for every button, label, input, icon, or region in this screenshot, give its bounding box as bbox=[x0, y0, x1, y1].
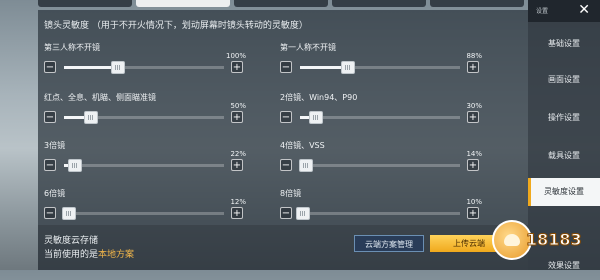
sidebar-item-sensitivity[interactable]: 灵敏度设置 bbox=[528, 178, 600, 206]
cloud-plan-manage-button[interactable]: 云端方案管理 bbox=[354, 235, 424, 252]
slider-4x-scope: 4倍镜、VSS 14% − + bbox=[280, 140, 490, 178]
slider-label: 8倍镜 bbox=[280, 189, 302, 198]
slider-value: 12% bbox=[230, 198, 246, 206]
decrease-button[interactable]: − bbox=[44, 207, 56, 219]
section-title: 镜头灵敏度 （用于不开火情况下，划动屏幕时镜头转动的灵敏度） bbox=[44, 21, 308, 31]
increase-button[interactable]: + bbox=[467, 61, 479, 73]
top-tab[interactable] bbox=[38, 0, 132, 7]
decrease-button[interactable]: − bbox=[280, 207, 292, 219]
top-tab[interactable] bbox=[332, 0, 426, 7]
slider-track[interactable] bbox=[61, 207, 224, 220]
slider-8x-scope: 8倍镜 10% − + bbox=[280, 188, 490, 226]
slider-2x-scope: 2倍镜、Win94、P90 30% − + bbox=[280, 92, 490, 130]
logo-text: 18183 bbox=[526, 230, 583, 250]
sensitivity-panel: 镜头灵敏度 （用于不开火情况下，划动屏幕时镜头转动的灵敏度） 第三人称不开镜 1… bbox=[38, 10, 528, 225]
increase-button[interactable]: + bbox=[467, 111, 479, 123]
top-tab-strip bbox=[38, 0, 528, 8]
slider-thumb[interactable] bbox=[84, 111, 99, 124]
slider-thumb[interactable] bbox=[309, 111, 323, 124]
slider-thumb[interactable] bbox=[341, 61, 355, 74]
top-tab-active[interactable] bbox=[136, 0, 230, 7]
slider-value: 10% bbox=[466, 198, 482, 206]
current-plan-prefix: 当前使用的是 bbox=[44, 250, 99, 260]
top-tab[interactable] bbox=[430, 0, 524, 7]
sidebar-item-controls[interactable]: 操作设置 bbox=[528, 104, 600, 132]
increase-button[interactable]: + bbox=[467, 207, 479, 219]
current-plan-text: 当前使用的是本地方案 bbox=[44, 247, 134, 260]
slider-3x-scope: 3倍镜 22% − + bbox=[44, 140, 254, 178]
slider-value: 50% bbox=[230, 102, 246, 110]
slider-track[interactable] bbox=[299, 159, 460, 172]
slider-fpp-no-scope: 第一人称不开镜 88% − + bbox=[280, 42, 490, 80]
slider-track[interactable] bbox=[300, 111, 460, 124]
slider-track[interactable] bbox=[64, 159, 224, 172]
slider-track[interactable] bbox=[296, 207, 460, 220]
slider-label: 3倍镜 bbox=[44, 141, 66, 150]
slider-label: 红点、全息、机瞄、侧面瞄准镜 bbox=[44, 93, 156, 102]
decrease-button[interactable]: − bbox=[280, 61, 292, 73]
cloud-storage-title: 灵敏度云存储 bbox=[44, 236, 99, 246]
sidebar-item-graphics[interactable]: 画面设置 bbox=[528, 66, 600, 94]
decrease-button[interactable]: − bbox=[280, 159, 292, 171]
site-logo: 18183 bbox=[492, 218, 582, 262]
top-tab[interactable] bbox=[234, 0, 328, 7]
decrease-button[interactable]: − bbox=[44, 61, 56, 73]
slider-track[interactable] bbox=[64, 61, 224, 74]
slider-value: 22% bbox=[230, 150, 246, 158]
sidebar-item-vehicle[interactable]: 载具设置 bbox=[528, 142, 600, 170]
increase-button[interactable]: + bbox=[467, 159, 479, 171]
sidebar-header-title: 设置 bbox=[536, 8, 549, 15]
slider-label: 2倍镜、Win94、P90 bbox=[280, 93, 358, 102]
current-plan-link[interactable]: 本地方案 bbox=[98, 250, 134, 260]
slider-value: 30% bbox=[466, 102, 482, 110]
slider-label: 第一人称不开镜 bbox=[280, 43, 336, 52]
slider-track[interactable] bbox=[64, 111, 224, 124]
slider-thumb[interactable] bbox=[296, 207, 311, 220]
slider-track[interactable] bbox=[300, 61, 460, 74]
increase-button[interactable]: + bbox=[231, 207, 243, 219]
close-icon[interactable]: ✕ bbox=[578, 3, 590, 17]
slider-value: 14% bbox=[466, 150, 482, 158]
slider-thumb[interactable] bbox=[61, 207, 76, 220]
decrease-button[interactable]: − bbox=[280, 111, 292, 123]
slider-red-dot: 红点、全息、机瞄、侧面瞄准镜 50% − + bbox=[44, 92, 254, 130]
slider-value: 100% bbox=[225, 52, 246, 60]
slider-label: 第三人称不开镜 bbox=[44, 43, 100, 52]
slider-label: 4倍镜、VSS bbox=[280, 141, 325, 150]
slider-thumb[interactable] bbox=[299, 159, 314, 172]
slider-value: 88% bbox=[466, 52, 482, 60]
increase-button[interactable]: + bbox=[231, 159, 243, 171]
decrease-button[interactable]: − bbox=[44, 111, 56, 123]
cloud-storage-bar: 灵敏度云存储 当前使用的是本地方案 云端方案管理 上传云端 bbox=[38, 225, 528, 270]
slider-label: 6倍镜 bbox=[44, 189, 66, 198]
sidebar-item-basic[interactable]: 基础设置 bbox=[528, 30, 600, 58]
slider-6x-scope: 6倍镜 12% − + bbox=[44, 188, 254, 226]
decrease-button[interactable]: − bbox=[44, 159, 56, 171]
increase-button[interactable]: + bbox=[231, 111, 243, 123]
slider-thumb[interactable] bbox=[111, 61, 126, 74]
increase-button[interactable]: + bbox=[231, 61, 243, 73]
sidebar-header: 设置 ✕ bbox=[528, 0, 600, 22]
slider-thumb[interactable] bbox=[68, 159, 83, 172]
slider-tpp-no-scope: 第三人称不开镜 100% − + bbox=[44, 42, 254, 80]
